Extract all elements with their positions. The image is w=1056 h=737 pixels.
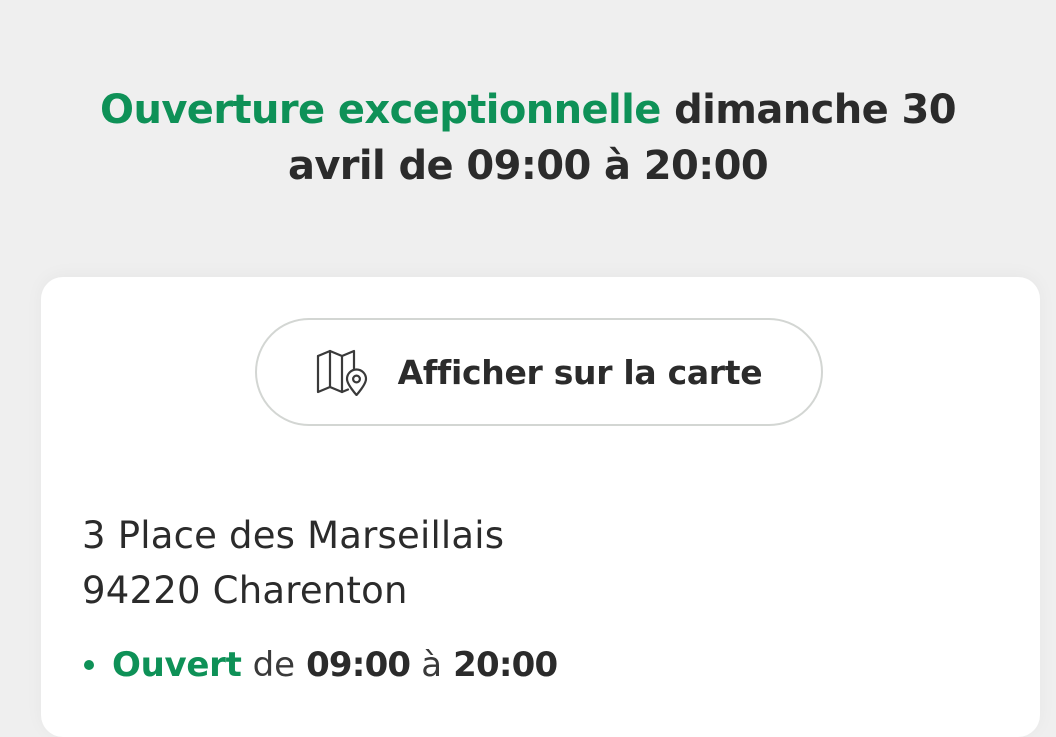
status-state: Ouvert xyxy=(112,645,242,685)
exceptional-opening-hours: avril de 09:00 à 20:00 xyxy=(287,143,769,189)
show-on-map-label: Afficher sur la carte xyxy=(397,352,763,392)
map-pin-icon xyxy=(316,348,368,397)
status-to-word: à xyxy=(421,645,443,685)
exceptional-opening-banner: Ouverture exceptionnelle dimanche 30 avr… xyxy=(0,82,1056,194)
exceptional-opening-highlight: Ouverture exceptionnelle xyxy=(100,87,661,133)
status-dot-icon xyxy=(84,660,94,670)
address-street: 3 Place des Marseillais xyxy=(82,514,505,557)
status-from-word: de xyxy=(252,645,296,685)
show-on-map-button[interactable]: Afficher sur la carte xyxy=(255,318,823,426)
store-info-card: Afficher sur la carte 3 Place des Marsei… xyxy=(41,277,1040,737)
store-address: 3 Place des Marseillais 94220 Charenton xyxy=(82,508,504,618)
status-close-time: 20:00 xyxy=(453,645,558,685)
address-city: 94220 Charenton xyxy=(82,569,408,612)
exceptional-opening-date: dimanche 30 xyxy=(674,87,956,133)
status-open-time: 09:00 xyxy=(306,645,411,685)
opening-status: Ouvert de 09:00 à 20:00 xyxy=(81,640,558,690)
